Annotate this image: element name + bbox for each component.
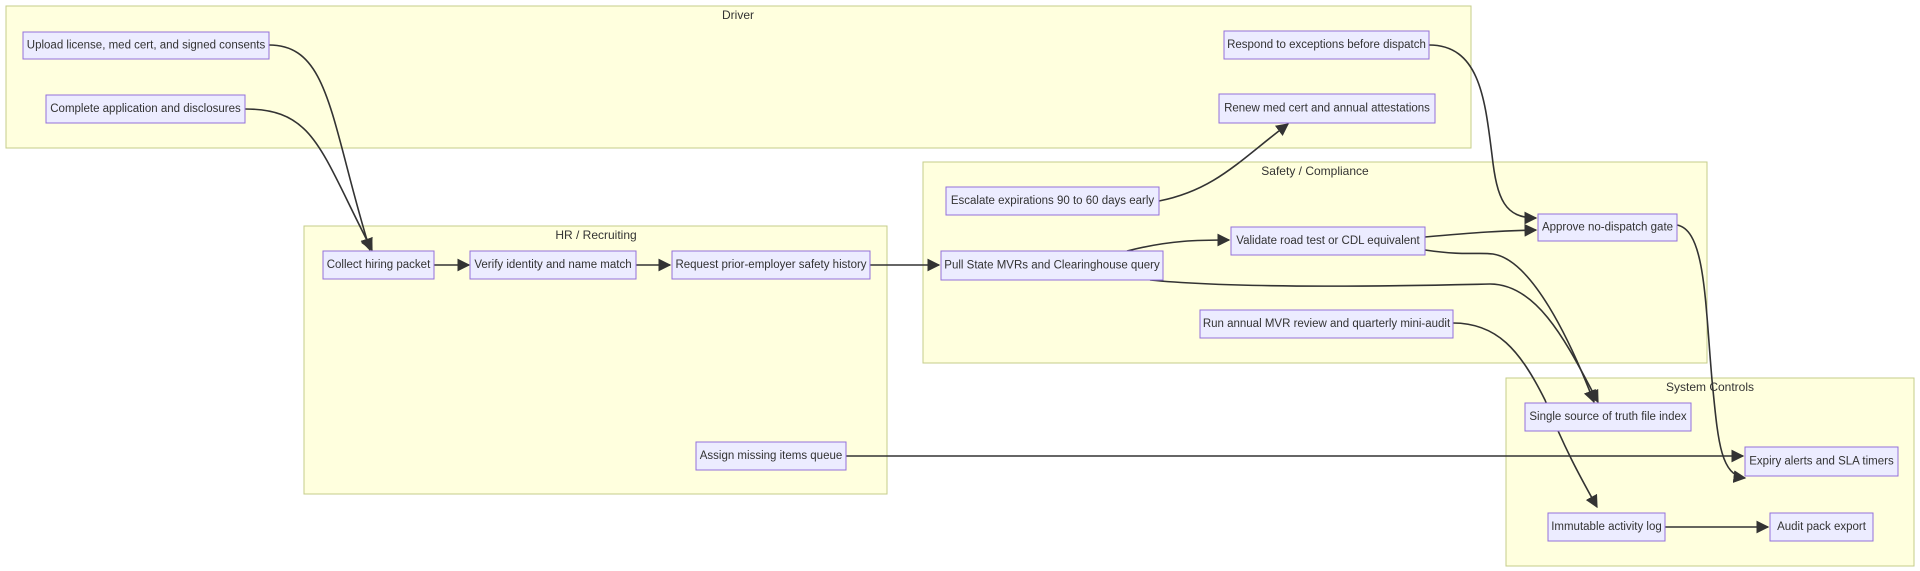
- node-complete-application-label: Complete application and disclosures: [50, 103, 241, 115]
- node-escalate-expirations-label: Escalate expirations 90 to 60 days early: [951, 195, 1155, 207]
- node-request-history-label: Request prior-employer safety history: [675, 259, 866, 271]
- node-file-index-label: Single source of truth file index: [1529, 411, 1687, 423]
- node-collect-hiring-packet[interactable]: Collect hiring packet: [322, 250, 435, 280]
- node-audit-export-label: Audit pack export: [1777, 521, 1867, 533]
- node-approve-gate[interactable]: Approve no-dispatch gate: [1537, 213, 1678, 242]
- process-flow-diagram: Driver Safety / Compliance HR / Recruiti…: [5, 5, 1915, 567]
- lane-driver-title: Driver: [722, 8, 754, 22]
- node-complete-application[interactable]: Complete application and disclosures: [45, 94, 246, 124]
- node-validate-road-test-label: Validate road test or CDL equivalent: [1236, 235, 1420, 247]
- lane-hr-title: HR / Recruiting: [555, 228, 636, 242]
- node-collect-hiring-packet-label: Collect hiring packet: [327, 259, 431, 271]
- node-renew-medcert-label: Renew med cert and annual attestations: [1224, 103, 1430, 115]
- node-assign-missing-label: Assign missing items queue: [700, 450, 843, 462]
- lane-safety-title: Safety / Compliance: [1261, 164, 1369, 178]
- lane-system-title: System Controls: [1666, 380, 1754, 394]
- node-verify-identity-label: Verify identity and name match: [474, 259, 631, 271]
- node-activity-log-label: Immutable activity log: [1551, 521, 1662, 533]
- node-upload-docs[interactable]: Upload license, med cert, and signed con…: [22, 31, 270, 60]
- node-pull-mvrs-label: Pull State MVRs and Clearinghouse query: [944, 260, 1160, 272]
- node-expiry-alerts[interactable]: Expiry alerts and SLA timers: [1744, 446, 1899, 477]
- node-expiry-alerts-label: Expiry alerts and SLA timers: [1749, 456, 1894, 468]
- node-audit-export[interactable]: Audit pack export: [1769, 512, 1874, 542]
- node-file-index[interactable]: Single source of truth file index: [1524, 402, 1692, 432]
- node-validate-road-test[interactable]: Validate road test or CDL equivalent: [1230, 226, 1426, 256]
- node-request-history[interactable]: Request prior-employer safety history: [671, 250, 871, 280]
- node-upload-docs-label: Upload license, med cert, and signed con…: [27, 40, 266, 52]
- node-renew-medcert[interactable]: Renew med cert and annual attestations: [1218, 93, 1436, 124]
- node-assign-missing[interactable]: Assign missing items queue: [695, 441, 847, 471]
- node-pull-mvrs[interactable]: Pull State MVRs and Clearinghouse query: [940, 250, 1164, 281]
- node-escalate-expirations[interactable]: Escalate expirations 90 to 60 days early: [945, 186, 1160, 216]
- node-respond-exceptions[interactable]: Respond to exceptions before dispatch: [1223, 30, 1430, 60]
- node-annual-review[interactable]: Run annual MVR review and quarterly mini…: [1199, 309, 1454, 339]
- node-approve-gate-label: Approve no-dispatch gate: [1542, 222, 1673, 234]
- node-respond-exceptions-label: Respond to exceptions before dispatch: [1227, 39, 1426, 51]
- node-annual-review-label: Run annual MVR review and quarterly mini…: [1203, 318, 1451, 330]
- node-activity-log[interactable]: Immutable activity log: [1547, 512, 1666, 542]
- node-verify-identity[interactable]: Verify identity and name match: [469, 250, 637, 280]
- lane-driver: Driver: [5, 5, 1472, 149]
